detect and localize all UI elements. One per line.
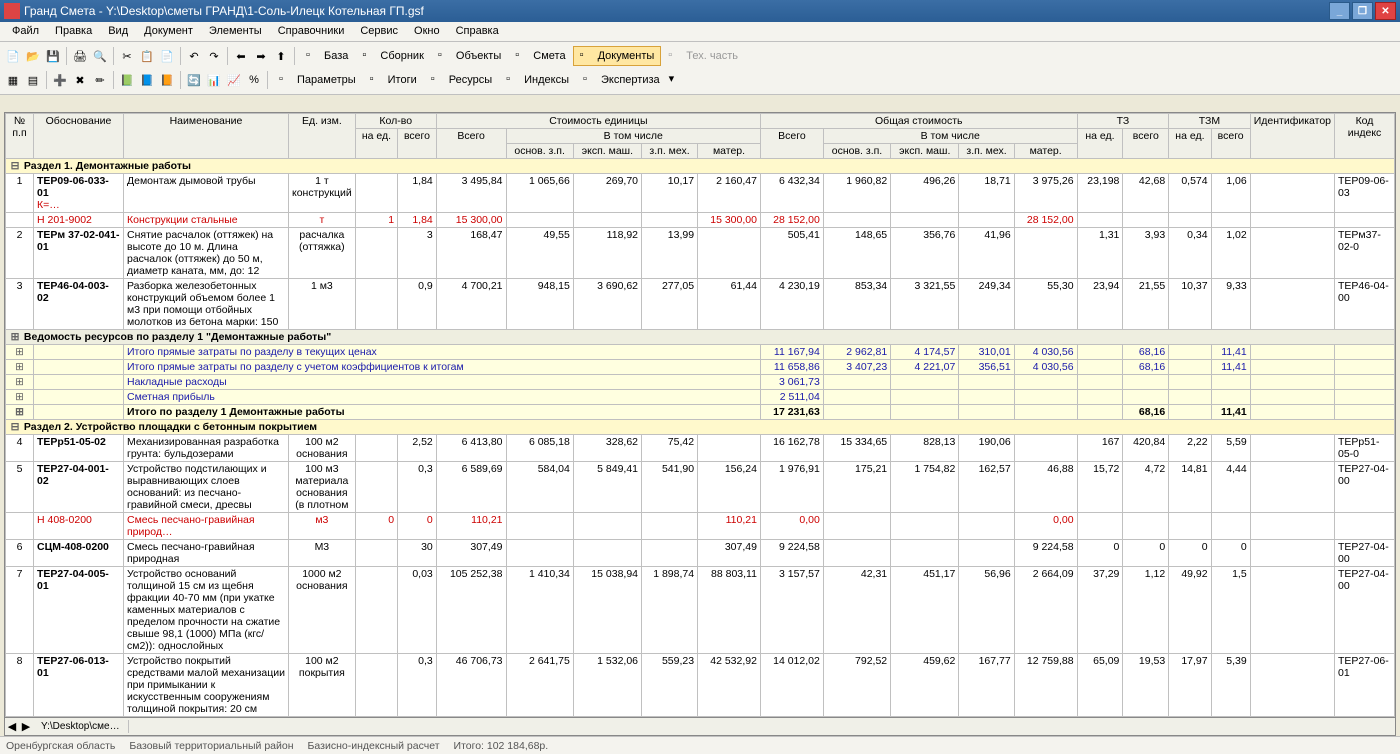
- table-row[interactable]: ⊞Накладные расходы 3 061,73: [6, 375, 1395, 390]
- table-row[interactable]: ⊞Итого прямые затраты по разделу в текущ…: [6, 345, 1395, 360]
- tool-icon[interactable]: 🖨: [71, 47, 89, 65]
- toolbar-Экспертиза[interactable]: ▫Экспертиза: [576, 70, 667, 90]
- tool-icon[interactable]: ▤: [24, 71, 42, 89]
- app-icon: [4, 3, 20, 19]
- tool-icon[interactable]: ✏: [91, 71, 109, 89]
- menu-Документ[interactable]: Документ: [136, 24, 201, 39]
- table-row[interactable]: ⊞ Ведомость ресурсов по разделу 1 "Демон…: [6, 330, 1395, 345]
- table-row[interactable]: ⊞Итого прямые затраты по разделу с учето…: [6, 360, 1395, 375]
- tool-icon[interactable]: ⬅: [232, 47, 250, 65]
- window-title: Гранд Смета - Y:\Desktop\сметы ГРАНД\1-С…: [24, 4, 1329, 18]
- tool-icon[interactable]: 📄: [158, 47, 176, 65]
- menu-Файл[interactable]: Файл: [4, 24, 47, 39]
- toolbar-Смета[interactable]: ▫Смета: [508, 46, 572, 66]
- tool-icon[interactable]: 🔄: [185, 71, 203, 89]
- status-segment: Базисно-индексный расчет: [308, 740, 440, 752]
- table-row[interactable]: ⊟ Раздел 1. Демонтажные работы: [6, 159, 1395, 174]
- table-row[interactable]: ⊞Сметная прибыль 2 511,04: [6, 390, 1395, 405]
- tool-icon[interactable]: 📙: [158, 71, 176, 89]
- tool-icon[interactable]: ➡: [252, 47, 270, 65]
- toolbar-icon: ▫: [362, 49, 376, 63]
- table-row[interactable]: ⊞Итого по разделу 1 Демонтажные работы 1…: [6, 405, 1395, 420]
- toolbar-Сборник[interactable]: ▫Сборник: [355, 46, 431, 66]
- tab-nav-next[interactable]: ▶: [19, 720, 33, 733]
- menu-Справка[interactable]: Справка: [448, 24, 507, 39]
- tool-icon[interactable]: 📄: [4, 47, 22, 65]
- table-row[interactable]: 2 ТЕРм 37-02-041-01 Снятие расчалок (отт…: [6, 228, 1395, 279]
- menu-Справочники[interactable]: Справочники: [270, 24, 353, 39]
- table-row[interactable]: Н 408-0200 Смесь песчано-гравийная приро…: [6, 513, 1395, 540]
- table-row[interactable]: 6 СЦМ-408-0200 Смесь песчано-гравийная п…: [6, 540, 1395, 567]
- table-row[interactable]: 3 ТЕР46-04-003-02 Разборка железобетонны…: [6, 279, 1395, 330]
- estimate-table[interactable]: № п.п Обоснование Наименование Ед. изм. …: [5, 113, 1395, 718]
- close-button[interactable]: ✕: [1375, 2, 1396, 20]
- tool-icon[interactable]: 💾: [44, 47, 62, 65]
- tool-icon[interactable]: 📋: [138, 47, 156, 65]
- table-row[interactable]: 7 ТЕР27-04-005-01 Устройство оснований т…: [6, 567, 1395, 654]
- tool-icon[interactable]: 📊: [205, 71, 223, 89]
- toolbar-icon: ▫: [438, 49, 452, 63]
- status-segment: Оренбургская область: [6, 740, 115, 752]
- toolbar-icon: ▫: [515, 49, 529, 63]
- tool-icon[interactable]: 🔍: [91, 47, 109, 65]
- tool-icon[interactable]: %: [245, 71, 263, 89]
- table-row[interactable]: 4 ТЕРр51-05-02 Механизированная разработ…: [6, 435, 1395, 462]
- statusbar: Оренбургская область Базовый территориаль…: [0, 736, 1400, 754]
- menu-Вид[interactable]: Вид: [100, 24, 136, 39]
- tool-icon[interactable]: 📗: [118, 71, 136, 89]
- toolbar-icon: ▫: [306, 49, 320, 63]
- tool-icon[interactable]: ✖: [71, 71, 89, 89]
- tool-icon[interactable]: 📈: [225, 71, 243, 89]
- toolbar-Индексы[interactable]: ▫Индексы: [499, 70, 576, 90]
- status-segment: Итого: 102 184,68р.: [454, 740, 549, 752]
- toolbar-icon: ▫: [431, 73, 445, 87]
- tab-nav-prev[interactable]: ◀: [5, 720, 19, 733]
- maximize-button[interactable]: ❐: [1352, 2, 1373, 20]
- menu-Окно[interactable]: Окно: [406, 24, 448, 39]
- toolbar-icon: ▫: [370, 73, 384, 87]
- grid[interactable]: № п.п Обоснование Наименование Ед. изм. …: [4, 112, 1396, 718]
- toolbar-Параметры[interactable]: ▫Параметры: [272, 70, 363, 90]
- table-row[interactable]: 8 ТЕР27-06-013-01 Устройство покрытий ср…: [6, 654, 1395, 717]
- toolbar-icon: ▫: [279, 73, 293, 87]
- table-row[interactable]: Н 201-9002 Конструкции стальные т 11,84 …: [6, 213, 1395, 228]
- tool-icon[interactable]: 📘: [138, 71, 156, 89]
- menu-Правка[interactable]: Правка: [47, 24, 100, 39]
- toolbar-Итоги[interactable]: ▫Итоги: [363, 70, 424, 90]
- menu-Сервис[interactable]: Сервис: [352, 24, 406, 39]
- titlebar: Гранд Смета - Y:\Desktop\сметы ГРАНД\1-С…: [0, 0, 1400, 22]
- menubar: ФайлПравкаВидДокументЭлементыСправочники…: [0, 22, 1400, 42]
- table-row[interactable]: 5 ТЕР27-04-001-02 Устройство подстилающи…: [6, 462, 1395, 513]
- sheet-tabs: ◀ ▶ Y:\Desktop\сме…: [4, 718, 1396, 736]
- tool-icon[interactable]: 📂: [24, 47, 42, 65]
- table-row[interactable]: 1 ТЕР09-06-033-01К=… Демонтаж дымовой тр…: [6, 174, 1395, 213]
- tool-icon[interactable]: ▦: [4, 71, 22, 89]
- tool-icon[interactable]: ⬆: [272, 47, 290, 65]
- toolbar-icon: ▫: [580, 49, 594, 63]
- sheet-tab[interactable]: Y:\Desktop\сме…: [33, 720, 129, 733]
- table-row[interactable]: ⊟ Раздел 2. Устройство площадки с бетонн…: [6, 420, 1395, 435]
- tool-icon[interactable]: ✂: [118, 47, 136, 65]
- toolbar-Объекты[interactable]: ▫Объекты: [431, 46, 508, 66]
- toolbar-row-1: 📄 📂 💾 🖨 🔍 ✂ 📋 📄 ↶ ↷ ⬅ ➡ ⬆ ▫База▫Сборник▫…: [4, 44, 1396, 68]
- minimize-button[interactable]: _: [1329, 2, 1350, 20]
- toolbar-row-2: ▦ ▤ ➕ ✖ ✏ 📗 📘 📙 🔄 📊 📈 % ▫Параметры▫Итоги…: [4, 68, 1396, 92]
- toolbar-Документы[interactable]: ▫Документы: [573, 46, 662, 66]
- toolbar-icon: ▫: [506, 73, 520, 87]
- status-segment: Базовый территориальный район: [129, 740, 293, 752]
- toolbar-База[interactable]: ▫База: [299, 46, 355, 66]
- menu-Элементы[interactable]: Элементы: [201, 24, 270, 39]
- toolbar-icon: ▫: [583, 73, 597, 87]
- toolbar-Ресурсы[interactable]: ▫Ресурсы: [424, 70, 499, 90]
- tool-icon[interactable]: ↷: [205, 47, 223, 65]
- tool-icon[interactable]: ➕: [51, 71, 69, 89]
- toolbar-icon: ▫: [668, 49, 682, 63]
- toolbar-Тех. часть: ▫Тех. часть: [661, 46, 745, 66]
- tool-icon[interactable]: ↶: [185, 47, 203, 65]
